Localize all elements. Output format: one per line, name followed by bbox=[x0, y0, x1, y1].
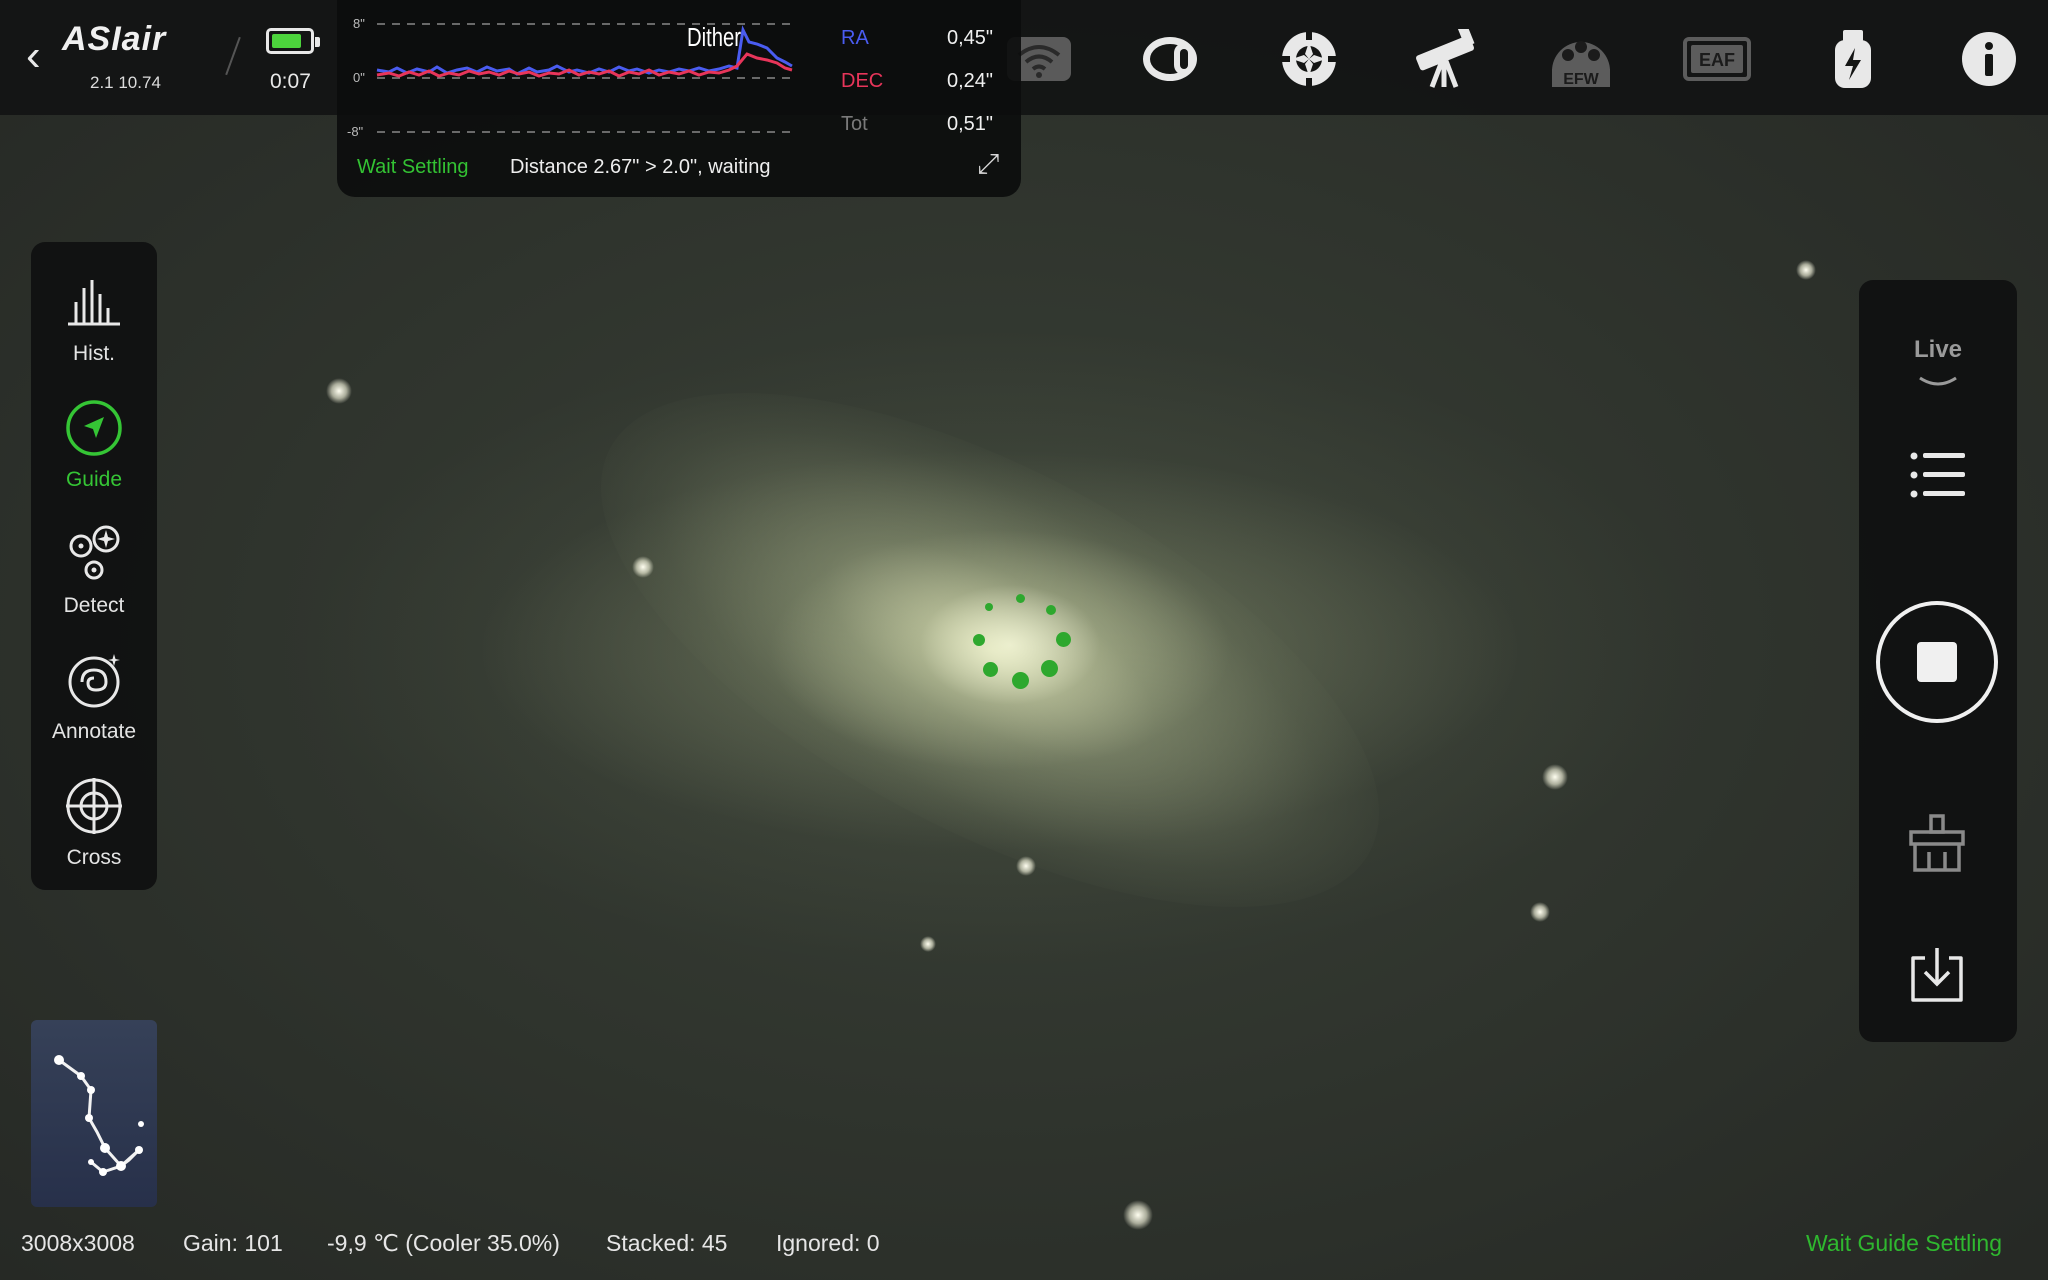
efw-icon[interactable]: EFW bbox=[1545, 24, 1617, 94]
constellation-icon bbox=[54, 1055, 144, 1176]
info-icon[interactable] bbox=[1953, 24, 2025, 94]
list-icon[interactable] bbox=[1909, 450, 1969, 500]
ra-label: RA bbox=[841, 27, 869, 49]
status-state: Wait Guide Settling bbox=[1805, 1230, 2002, 1256]
dec-value: 0,24" bbox=[947, 70, 994, 92]
y-axis-top-label: 8" bbox=[353, 16, 365, 31]
dec-label: DEC bbox=[841, 70, 884, 92]
star bbox=[632, 556, 654, 578]
left-toolbar: Hist. Guide Detect Annotate Cross bbox=[31, 242, 157, 890]
tool-cross[interactable]: Cross bbox=[31, 766, 157, 886]
download-icon[interactable] bbox=[1907, 944, 1967, 1004]
app-version: 2.1 10.74 bbox=[90, 73, 161, 92]
status-ignored: Ignored: 0 bbox=[776, 1230, 880, 1256]
tool-guide-label: Guide bbox=[65, 468, 123, 491]
star bbox=[326, 378, 352, 404]
guide-graph-panel[interactable]: 8" 0" -8" Dither RA 0,45" DEC 0,24" Tot … bbox=[337, 0, 1021, 197]
divider bbox=[225, 36, 241, 76]
guide-message: Distance 2.67" > 2.0", waiting bbox=[510, 156, 771, 178]
star bbox=[1542, 764, 1568, 790]
guide-status: Wait Settling bbox=[357, 156, 469, 178]
timer: 0:07 bbox=[270, 70, 311, 93]
mode-label[interactable]: Live bbox=[1859, 336, 2017, 364]
tool-histogram[interactable]: Hist. bbox=[31, 262, 157, 382]
status-gain: Gain: 101 bbox=[183, 1230, 283, 1256]
star bbox=[1796, 260, 1816, 280]
stop-button[interactable] bbox=[1874, 599, 2000, 725]
dither-marker-label: Dither bbox=[687, 23, 741, 52]
top-bar: ‹ ASIair 2.1 10.74 0:07 EFW EAF bbox=[0, 0, 2048, 115]
back-chevron-icon[interactable]: ‹ bbox=[26, 34, 56, 78]
guide-graph: 8" 0" -8" Dither bbox=[347, 16, 793, 139]
y-axis-bottom-label: -8" bbox=[347, 124, 364, 139]
tool-annotate-label: Annotate bbox=[51, 720, 137, 743]
histogram-icon bbox=[68, 280, 120, 326]
eaf-label: EAF bbox=[1699, 50, 1735, 70]
tool-annotate[interactable]: Annotate bbox=[31, 640, 157, 760]
status-resolution: 3008x3008 bbox=[21, 1230, 135, 1256]
star bbox=[920, 936, 936, 952]
chevron-down-icon[interactable] bbox=[1918, 370, 1958, 396]
tot-value: 0,51" bbox=[947, 113, 994, 135]
star bbox=[1016, 856, 1036, 876]
crosshair-icon bbox=[66, 778, 122, 834]
astro-image[interactable] bbox=[0, 0, 2048, 1280]
efw-label: EFW bbox=[1563, 71, 1599, 88]
tool-detect-label: Detect bbox=[63, 594, 125, 617]
right-panel: Live bbox=[1859, 280, 2017, 1042]
tool-cross-label: Cross bbox=[66, 846, 122, 869]
star bbox=[1530, 902, 1550, 922]
status-stacked: Stacked: 45 bbox=[606, 1230, 728, 1256]
filter-clean-icon[interactable] bbox=[1907, 814, 1967, 874]
tool-guide[interactable]: Guide bbox=[31, 388, 157, 508]
detect-stars-icon bbox=[69, 525, 120, 580]
y-axis-mid-label: 0" bbox=[353, 70, 365, 85]
guide-arrow-icon bbox=[66, 400, 122, 456]
tool-detect[interactable]: Detect bbox=[31, 514, 157, 634]
annotate-galaxy-icon bbox=[68, 654, 120, 708]
tot-label: Tot bbox=[841, 113, 868, 135]
camera-icon[interactable] bbox=[1137, 24, 1209, 94]
ra-value: 0,45" bbox=[947, 27, 994, 49]
constellation-thumbnail[interactable] bbox=[31, 1020, 157, 1207]
guide-camera-icon[interactable] bbox=[1273, 24, 1345, 94]
battery-icon bbox=[266, 28, 320, 54]
status-temperature: -9,9 ℃ (Cooler 35.0%) bbox=[327, 1230, 560, 1256]
tool-histogram-label: Hist. bbox=[73, 342, 115, 365]
expand-icon[interactable]: ⤢ bbox=[977, 148, 999, 181]
eaf-icon[interactable]: EAF bbox=[1681, 24, 1753, 94]
stop-icon bbox=[1876, 601, 1998, 723]
telescope-icon[interactable] bbox=[1409, 24, 1481, 94]
app-logo: ASIair bbox=[62, 20, 167, 58]
star bbox=[1123, 1200, 1153, 1230]
power-usb-icon[interactable] bbox=[1817, 24, 1889, 94]
